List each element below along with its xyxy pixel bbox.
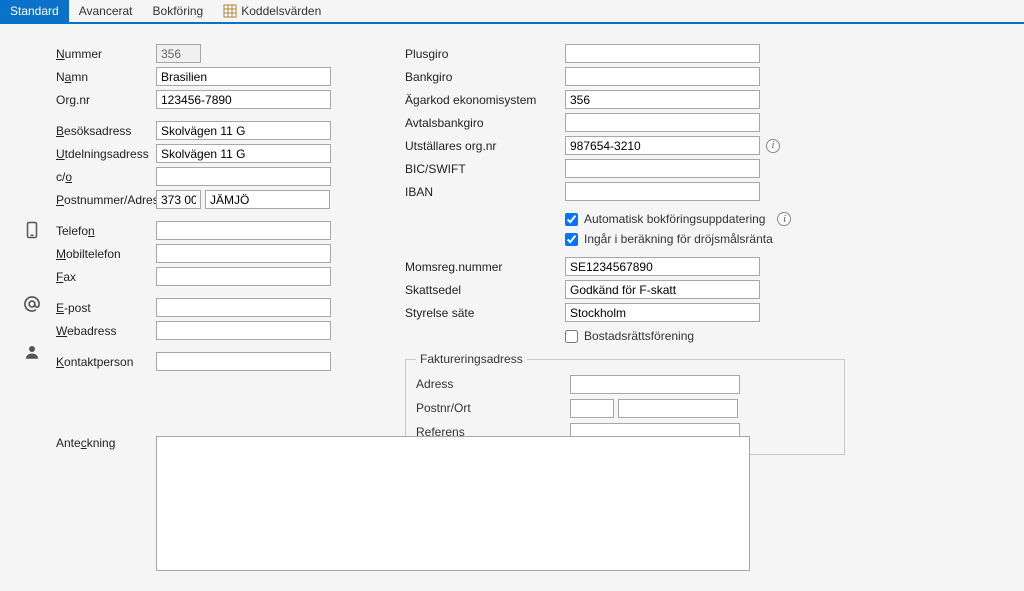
namn-field[interactable] [156,67,331,86]
postnr-field[interactable] [156,190,201,209]
iban-label: IBAN [405,185,565,199]
plusgiro-label: Plusgiro [405,47,565,61]
tab-bokforing[interactable]: Bokföring [143,0,214,22]
nummer-field: 356 [156,44,201,63]
person-icon [22,342,42,362]
bic-field[interactable] [565,159,760,178]
styrelse-label: Styrelse säte [405,306,565,320]
fax-label: Fax [56,270,156,284]
autobook-label: Automatisk bokföringsuppdatering [584,212,765,226]
anteckning-label: Anteckning [56,436,156,571]
postnr-label: Postnummer/Adress [56,193,156,207]
avtalsbg-field[interactable] [565,113,760,132]
besok-label: Besöksadress [56,124,156,138]
anteckning-field[interactable] [156,436,750,571]
bankgiro-field[interactable] [565,67,760,86]
fakt-legend: Faktureringsadress [416,352,527,366]
agarkod-field[interactable] [565,90,760,109]
skatt-field[interactable] [565,280,760,299]
orgnr-field[interactable] [156,90,331,109]
fakt-ort-field[interactable] [618,399,738,418]
info-icon[interactable]: i [766,139,780,153]
moms-field[interactable] [565,257,760,276]
moms-label: Momsreg.nummer [405,260,565,274]
tab-koddelsvarden[interactable]: Koddelsvärden [213,0,331,22]
drojsmal-checkbox[interactable] [565,233,578,246]
co-label: c/o [56,170,156,184]
tab-bar: Standard Avancerat Bokföring Koddelsvärd… [0,0,1024,24]
utst-field[interactable] [565,136,760,155]
besok-field[interactable] [156,121,331,140]
at-icon [22,294,42,314]
kontakt-field[interactable] [156,352,331,371]
telefon-label: Telefon [56,224,156,238]
orgnr-label: Org.nr [56,93,156,107]
epost-label: E-post [56,301,156,315]
fakt-adress-label: Adress [416,377,570,391]
mobil-label: Mobiltelefon [56,247,156,261]
fakt-postnr-label: Postnr/Ort [416,401,570,415]
agarkod-label: Ägarkod ekonomisystem [405,93,565,107]
epost-field[interactable] [156,298,331,317]
fax-field[interactable] [156,267,331,286]
fakt-adress-field[interactable] [570,375,740,394]
kontakt-label: Kontaktperson [56,355,156,369]
tab-avancerat[interactable]: Avancerat [69,0,143,22]
ort-field[interactable] [205,190,330,209]
mobil-field[interactable] [156,244,331,263]
skatt-label: Skattsedel [405,283,565,297]
utdel-label: Utdelningsadress [56,147,156,161]
nummer-label: Nummer [56,47,156,61]
plusgiro-field[interactable] [565,44,760,63]
bic-label: BIC/SWIFT [405,162,565,176]
utdel-field[interactable] [156,144,331,163]
tab-standard[interactable]: Standard [0,0,69,22]
avtalsbg-label: Avtalsbankgiro [405,116,565,130]
web-label: Webadress [56,324,156,338]
styrelse-field[interactable] [565,303,760,322]
info-icon[interactable]: i [777,212,791,226]
bankgiro-label: Bankgiro [405,70,565,84]
telefon-field[interactable] [156,221,331,240]
phone-icon [22,220,42,240]
fakt-postnr-field[interactable] [570,399,614,418]
utst-label: Utställares org.nr [405,139,565,153]
co-field[interactable] [156,167,331,186]
iban-field[interactable] [565,182,760,201]
bostad-label: Bostadsrättsförening [584,329,694,343]
bostad-checkbox[interactable] [565,330,578,343]
drojsmal-label: Ingår i beräkning för dröjsmålsränta [584,232,773,246]
grid-icon [223,4,237,18]
namn-label: Namn [56,70,156,84]
autobook-checkbox[interactable] [565,213,578,226]
web-field[interactable] [156,321,331,340]
